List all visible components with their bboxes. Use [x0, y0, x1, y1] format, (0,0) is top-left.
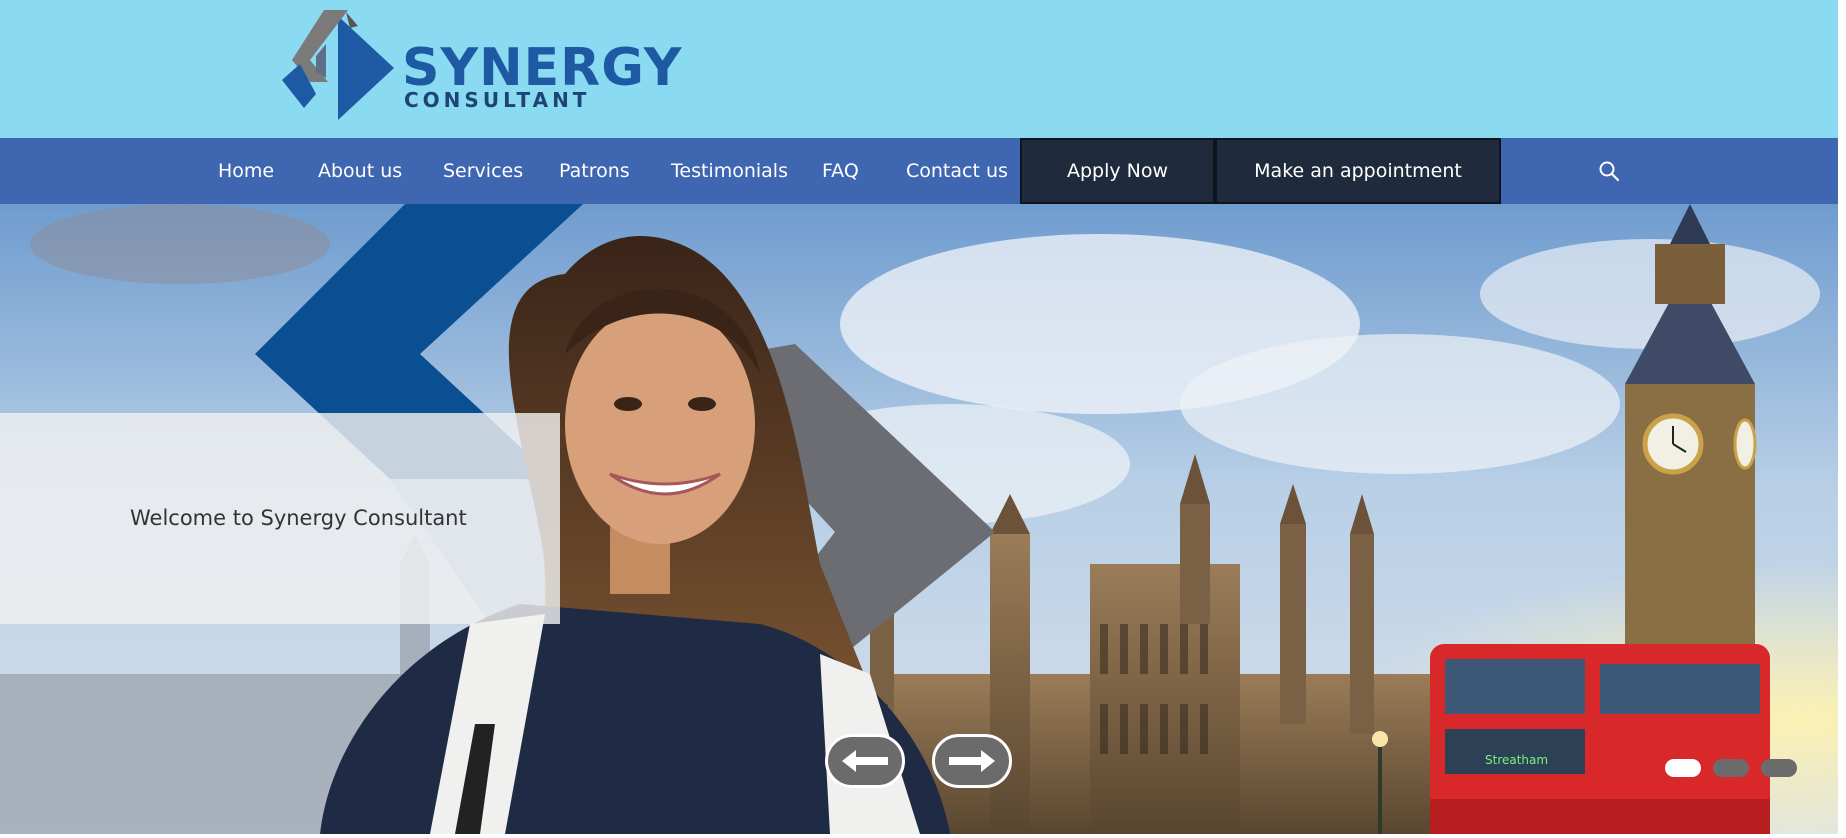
make-appointment-button[interactable]: Make an appointment [1215, 138, 1501, 204]
slider-next-button[interactable] [932, 734, 1012, 788]
logo-subtitle: CONSULTANT [404, 88, 591, 112]
nav-faq[interactable]: FAQ [822, 138, 859, 204]
slider-dot-1[interactable] [1665, 759, 1701, 777]
arrow-right-icon [949, 750, 995, 772]
site-header: SYNERGY CONSULTANT [0, 0, 1838, 138]
logo-title: SYNERGY [402, 38, 683, 98]
synergy-logo[interactable]: SYNERGY CONSULTANT [276, 8, 681, 124]
search-icon[interactable] [1598, 160, 1620, 182]
nav-patrons[interactable]: Patrons [559, 138, 630, 204]
nav-about-us[interactable]: About us [318, 138, 402, 204]
nav-contact-us[interactable]: Contact us [906, 138, 1008, 204]
bus-destination-sign: Streatham [1485, 753, 1548, 767]
main-navigation: Home About us Services Patrons Testimoni… [0, 138, 1838, 204]
hero-slider: Streatham Welcome to Synergy Consultant [0, 204, 1838, 834]
welcome-heading: Welcome to Synergy Consultant [130, 506, 467, 530]
slider-dot-3[interactable] [1761, 759, 1797, 777]
slider-prev-button[interactable] [825, 734, 905, 788]
logo-mark-icon [282, 10, 394, 120]
nav-testimonials[interactable]: Testimonials [671, 138, 788, 204]
arrow-left-icon [842, 750, 888, 772]
nav-home[interactable]: Home [218, 138, 274, 204]
nav-services[interactable]: Services [443, 138, 523, 204]
slider-dot-2[interactable] [1713, 759, 1749, 777]
apply-now-button[interactable]: Apply Now [1020, 138, 1215, 204]
